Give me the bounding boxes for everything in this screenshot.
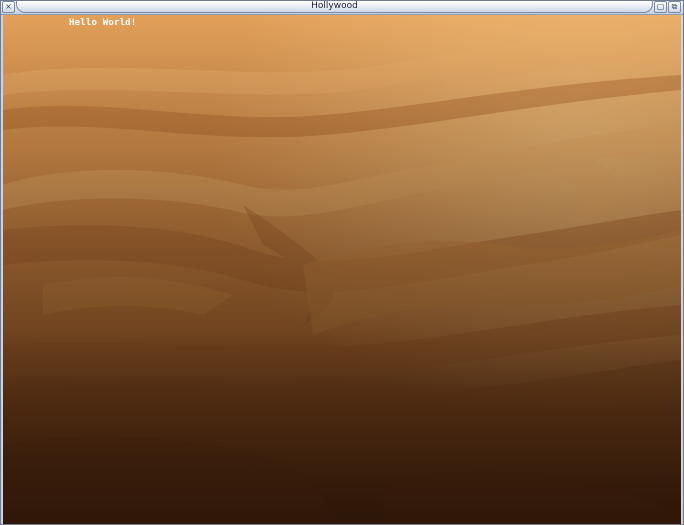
title-bar[interactable]: × Hollywood ▢ ⧉	[1, 1, 683, 15]
depth-icon: ▢	[656, 2, 665, 11]
zoom-icon: ⧉	[671, 2, 678, 11]
depth-button[interactable]: ▢	[654, 1, 667, 13]
zoom-button[interactable]: ⧉	[668, 1, 681, 13]
display-area[interactable]: Hello World!	[3, 15, 681, 524]
close-button[interactable]: ×	[2, 1, 15, 13]
title-drag-bar[interactable]: Hollywood	[16, 1, 653, 13]
desert-dunes-background-image	[3, 15, 681, 524]
app-window: × Hollywood ▢ ⧉ Hello World!	[0, 0, 684, 525]
close-icon: ×	[5, 2, 12, 11]
window-title: Hollywood	[311, 1, 358, 11]
hello-world-text: Hello World!	[69, 18, 137, 28]
